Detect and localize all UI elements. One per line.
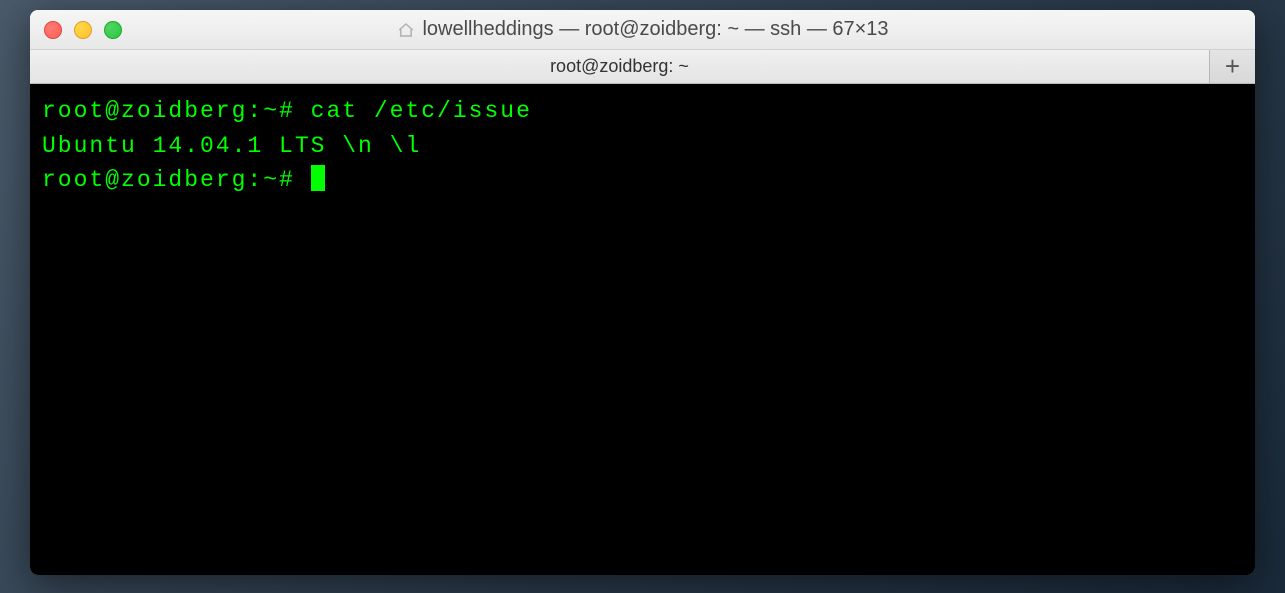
- home-icon: [396, 21, 414, 39]
- plus-icon: +: [1225, 51, 1240, 82]
- terminal-content[interactable]: root@zoidberg:~# cat /etc/issueUbuntu 14…: [30, 84, 1255, 575]
- prompt: root@zoidberg:~#: [42, 98, 311, 124]
- window-title-text: lowellheddings — root@zoidberg: ~ — ssh …: [422, 18, 888, 41]
- terminal-line-2: Ubuntu 14.04.1 LTS \n \l: [42, 129, 1243, 164]
- tab-bar: root@zoidberg: ~ +: [30, 50, 1255, 84]
- titlebar[interactable]: lowellheddings — root@zoidberg: ~ — ssh …: [30, 10, 1255, 50]
- traffic-lights: [44, 21, 122, 39]
- close-button[interactable]: [44, 21, 62, 39]
- command-text: cat /etc/issue: [311, 98, 532, 124]
- window-title: lowellheddings — root@zoidberg: ~ — ssh …: [396, 18, 888, 41]
- prompt: root@zoidberg:~#: [42, 167, 311, 193]
- new-tab-button[interactable]: +: [1209, 50, 1255, 83]
- terminal-window: lowellheddings — root@zoidberg: ~ — ssh …: [30, 10, 1255, 575]
- zoom-button[interactable]: [104, 21, 122, 39]
- terminal-line-4: root@zoidberg:~#: [42, 163, 1243, 198]
- minimize-button[interactable]: [74, 21, 92, 39]
- tab-active[interactable]: root@zoidberg: ~: [30, 50, 1209, 83]
- cursor: [311, 165, 325, 191]
- tab-label: root@zoidberg: ~: [550, 56, 689, 77]
- terminal-line-1: root@zoidberg:~# cat /etc/issue: [42, 94, 1243, 129]
